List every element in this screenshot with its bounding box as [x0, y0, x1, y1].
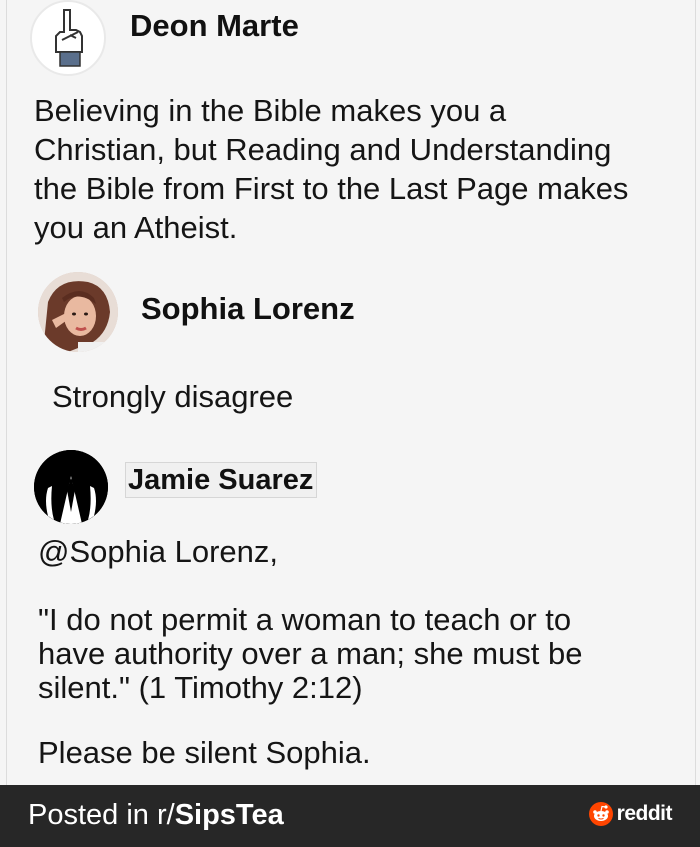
jamie-author-name[interactable]: Jamie Suarez [125, 462, 318, 498]
hand-pointing-up-icon [55, 9, 83, 67]
subreddit-name[interactable]: SipsTea [175, 799, 284, 831]
screenshot-content: Deon Marte Believing in the Bible makes … [0, 0, 700, 785]
deon-post-line: Believing in the Bible makes you a [34, 93, 507, 128]
sophia-post-text: Strongly disagree [52, 379, 294, 414]
reddit-wordmark: reddit [616, 802, 673, 825]
jamie-quote-line: silent." (1 Timothy 2:12) [38, 670, 363, 705]
jamie-quote-line: "I do not permit a woman to teach or to [38, 602, 572, 637]
jamie-reply-text: Please be silent Sophia. [38, 735, 371, 770]
reddit-logo[interactable]: reddit [588, 802, 673, 826]
jamie-quote-line: have authority over a man; she must be [38, 636, 583, 671]
posted-in-prefix: Posted in r/ [28, 799, 175, 831]
deon-post-line: you an Atheist. [34, 210, 238, 245]
jamie-avatar[interactable] [34, 450, 108, 524]
deon-post-line: Christian, but Reading and Understanding [34, 132, 612, 167]
reddit-alien-icon [588, 802, 613, 826]
anonymous-suit-icon [34, 450, 108, 524]
sophia-author-name[interactable]: Sophia Lorenz [141, 291, 355, 327]
posted-in-label[interactable]: Posted in r/SipsTea [28, 799, 284, 832]
reddit-footer-bar: Posted in r/SipsTea reddit [0, 785, 700, 847]
deon-author-name[interactable]: Deon Marte [130, 8, 299, 44]
jamie-quote-text: "I do not permit a woman to teach or to … [38, 603, 583, 705]
sophia-avatar[interactable] [38, 272, 118, 352]
deon-post-line: the Bible from First to the Last Page ma… [34, 171, 629, 206]
sophia-profile-photo [38, 272, 118, 352]
deon-post-text: Believing in the Bible makes you a Chris… [34, 91, 628, 247]
jamie-mention-link[interactable]: @Sophia Lorenz, [38, 534, 278, 570]
deon-avatar[interactable] [30, 0, 106, 76]
